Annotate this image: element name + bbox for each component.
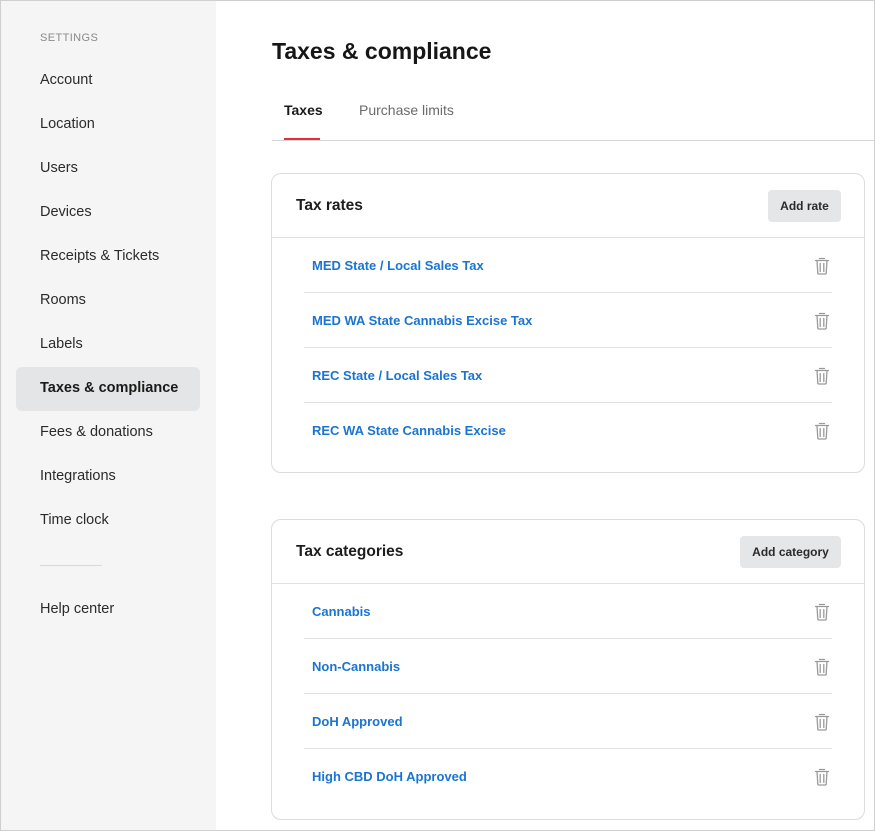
sidebar-item-location[interactable]: Location [16,103,200,147]
tax-rate-link[interactable]: MED State / Local Sales Tax [312,258,484,273]
tab-purchase-limits[interactable]: Purchase limits [359,102,454,118]
sidebar-item-rooms[interactable]: Rooms [16,279,200,323]
tax-category-row: Cannabis [304,584,832,639]
trash-icon[interactable] [814,603,830,621]
sidebar-item-label: Account [40,72,93,88]
sidebar-item-integrations[interactable]: Integrations [16,455,200,499]
sidebar-item-label: Fees & donations [40,424,153,440]
page-title: Taxes & compliance [272,38,492,64]
tax-rate-row: REC WA State Cannabis Excise [304,403,832,458]
tax-rate-link[interactable]: MED WA State Cannabis Excise Tax [312,313,532,328]
tax-rate-link[interactable]: REC WA State Cannabis Excise [312,423,506,438]
sidebar-item-label: Taxes & compliance [40,380,179,396]
tax-category-link[interactable]: High CBD DoH Approved [312,769,467,784]
tax-rates-card: Tax rates Add rate MED State / Local Sal… [271,173,865,473]
add-rate-button[interactable]: Add rate [768,190,841,222]
tax-rates-title: Tax rates [296,197,363,214]
add-category-button[interactable]: Add category [740,536,841,568]
sidebar-item-label: Integrations [40,468,116,484]
tax-categories-card: Tax categories Add category Cannabis Non… [271,519,865,820]
tax-rate-row: MED State / Local Sales Tax [304,238,832,293]
sidebar-heading: SETTINGS [40,32,99,44]
main-content: Taxes & compliance Taxes Purchase limits… [216,1,874,830]
sidebar-item-taxes-compliance[interactable]: Taxes & compliance [16,367,200,411]
tax-category-link[interactable]: DoH Approved [312,714,403,729]
sidebar-item-account[interactable]: Account [16,59,200,103]
tax-rate-row: REC State / Local Sales Tax [304,348,832,403]
trash-icon[interactable] [814,422,830,440]
sidebar-item-labels[interactable]: Labels [16,323,200,367]
sidebar-item-users[interactable]: Users [16,147,200,191]
trash-icon[interactable] [814,713,830,731]
tax-category-row: Non-Cannabis [304,639,832,694]
tabs-divider [272,140,874,141]
tax-rate-row: MED WA State Cannabis Excise Tax [304,293,832,348]
sidebar-item-label: Rooms [40,292,86,308]
sidebar-item-receipts-tickets[interactable]: Receipts & Tickets [16,235,200,279]
trash-icon[interactable] [814,658,830,676]
tax-categories-title: Tax categories [296,543,404,560]
app-window: SETTINGS Account Location Users Devices … [0,0,875,831]
tax-category-row: High CBD DoH Approved [304,749,832,804]
trash-icon[interactable] [814,312,830,330]
sidebar-item-label: Help center [40,601,115,617]
tab-taxes[interactable]: Taxes [284,102,323,118]
trash-icon[interactable] [814,768,830,786]
sidebar-item-label: Location [40,116,95,132]
sidebar-item-fees-donations[interactable]: Fees & donations [16,411,200,455]
tax-category-link[interactable]: Non-Cannabis [312,659,400,674]
sidebar-item-label: Users [40,160,78,176]
sidebar-item-time-clock[interactable]: Time clock [16,499,200,543]
trash-icon[interactable] [814,367,830,385]
sidebar-item-label: Devices [40,204,92,220]
tax-category-row: DoH Approved [304,694,832,749]
tax-rate-link[interactable]: REC State / Local Sales Tax [312,368,482,383]
tax-category-link[interactable]: Cannabis [312,604,371,619]
sidebar-item-label: Time clock [40,512,109,528]
sidebar-item-label: Receipts & Tickets [40,248,160,264]
settings-sidebar: SETTINGS Account Location Users Devices … [1,1,216,830]
trash-icon[interactable] [814,257,830,275]
sidebar-item-help-center[interactable]: Help center [16,588,200,632]
sidebar-item-devices[interactable]: Devices [16,191,200,235]
sidebar-item-label: Labels [40,336,83,352]
sidebar-divider [40,565,102,566]
